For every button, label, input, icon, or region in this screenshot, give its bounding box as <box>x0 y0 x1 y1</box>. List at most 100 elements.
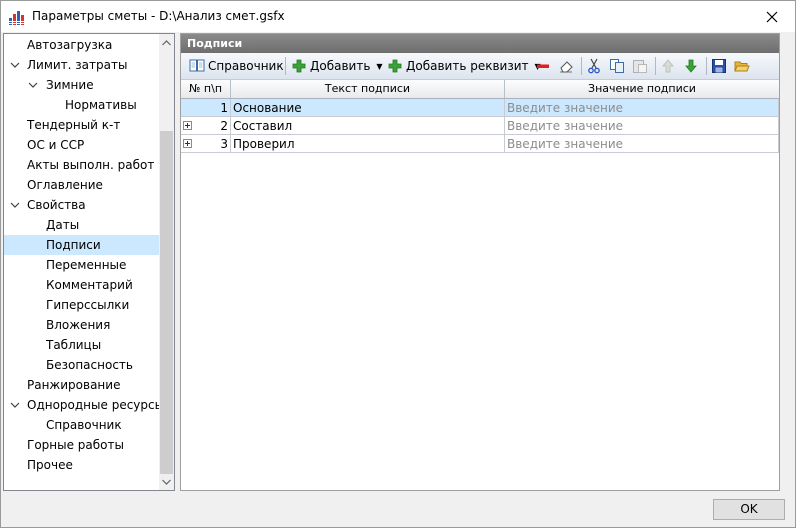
table-row[interactable]: 2 Составил Введите значение <box>181 117 779 135</box>
delete-button[interactable] <box>535 55 554 77</box>
tree-item-label: Прочее <box>27 458 73 472</box>
tree-item[interactable]: Зимние <box>4 75 159 95</box>
table-row[interactable]: 1 Основание Введите значение <box>181 99 779 117</box>
tree-item[interactable]: ОС и ССР <box>4 135 159 155</box>
tree-item[interactable]: Подписи <box>4 235 159 255</box>
open-folder-icon <box>734 58 750 74</box>
reference-button[interactable]: Справочник <box>189 55 284 77</box>
tree-item[interactable]: Горные работы <box>4 435 159 455</box>
toolbar: Справочник Добавить ▼ Добавить реквизит <box>181 53 779 80</box>
expand-plus-icon[interactable] <box>183 121 192 130</box>
tree-item[interactable]: Свойства <box>4 195 159 215</box>
table-row[interactable]: 3 Проверил Введите значение <box>181 135 779 153</box>
signature-text-cell[interactable]: Составил <box>231 117 505 135</box>
dropdown-arrow-icon[interactable]: ▼ <box>376 62 382 71</box>
tree-item[interactable]: Оглавление <box>4 175 159 195</box>
tree-item[interactable]: Прочее <box>4 455 159 475</box>
minus-icon <box>535 58 551 74</box>
tree-item[interactable]: Комментарий <box>4 275 159 295</box>
tree-item-label: Автозагрузка <box>27 38 113 52</box>
scroll-up-icon[interactable] <box>159 34 174 51</box>
add-label: Добавить <box>310 59 371 73</box>
tree-item[interactable]: Переменные <box>4 255 159 275</box>
app-icon <box>9 9 25 25</box>
tree-item-label: Лимит. затраты <box>27 58 128 72</box>
row-number-cell[interactable]: 3 <box>181 135 231 153</box>
tree-item-label: Тендерный к-т <box>27 118 121 132</box>
tree-item-label: Горные работы <box>27 438 124 452</box>
cut-button[interactable] <box>586 55 605 77</box>
row-number-cell[interactable]: 2 <box>181 117 231 135</box>
tree-item[interactable]: Тендерный к-т <box>4 115 159 135</box>
tree-item[interactable]: Справочник <box>4 415 159 435</box>
scroll-down-icon[interactable] <box>159 473 174 490</box>
row-number: 1 <box>220 101 228 115</box>
paste-button[interactable] <box>632 55 651 77</box>
arrow-down-icon <box>683 58 699 74</box>
tree-item-label: Оглавление <box>27 178 103 192</box>
book-icon <box>189 58 205 74</box>
title-bar: Параметры сметы - D:\Анализ смет.gsfx <box>1 1 795 32</box>
signature-value-input[interactable]: Введите значение <box>505 99 779 117</box>
close-button[interactable] <box>749 1 795 32</box>
open-folder-button[interactable] <box>734 55 753 77</box>
floppy-disk-icon <box>711 58 727 74</box>
expand-plus-icon[interactable] <box>183 139 192 148</box>
tree-item[interactable]: Акты выполн. работ <box>4 155 159 175</box>
save-button[interactable] <box>711 55 730 77</box>
tree-item-label: Таблицы <box>46 338 102 352</box>
dialog-window: Параметры сметы - D:\Анализ смет.gsfx Ав… <box>0 0 796 528</box>
tree-item-label: Зимние <box>46 78 94 92</box>
tree-item-label: Даты <box>46 218 80 232</box>
tree-item[interactable]: Безопасность <box>4 355 159 375</box>
signatures-panel: Подписи Справочник Добавить ▼ Добавить р… <box>180 33 780 491</box>
tree-item-label: Свойства <box>27 198 86 212</box>
move-down-button[interactable] <box>683 55 702 77</box>
tree-item-label: Вложения <box>46 318 111 332</box>
column-header-value[interactable]: Значение подписи <box>505 80 779 98</box>
signature-value-input[interactable]: Введите значение <box>505 117 779 135</box>
chevron-down-icon[interactable] <box>10 61 20 69</box>
signature-value-input[interactable]: Введите значение <box>505 135 779 153</box>
move-up-button[interactable] <box>660 55 679 77</box>
tree-item[interactable]: Нормативы <box>4 95 159 115</box>
tree-item-label: Акты выполн. работ <box>27 158 155 172</box>
signature-text-cell[interactable]: Основание <box>231 99 505 117</box>
scissors-icon <box>586 58 602 74</box>
tree-list: Автозагрузка Лимит. затраты Зимние Норматив… <box>4 34 159 490</box>
add-requisite-button[interactable]: Добавить реквизит ▼ <box>387 55 541 77</box>
tree-item-label: Справочник <box>46 418 122 432</box>
grid-header: № п\п Текст подписи Значение подписи <box>181 80 779 99</box>
column-header-number[interactable]: № п\п <box>181 80 231 98</box>
tree-item[interactable]: Лимит. затраты <box>4 55 159 75</box>
signature-text-cell[interactable]: Проверил <box>231 135 505 153</box>
plus-icon <box>387 58 403 74</box>
copy-button[interactable] <box>609 55 628 77</box>
tree-item[interactable]: Вложения <box>4 315 159 335</box>
clear-button[interactable] <box>558 55 577 77</box>
add-requisite-label: Добавить реквизит <box>406 59 529 73</box>
tree-item-label: Однородные ресурсы <box>27 398 159 412</box>
tree-item[interactable]: Ранжирование <box>4 375 159 395</box>
settings-tree: Автозагрузка Лимит. затраты Зимние Норматив… <box>3 33 175 491</box>
row-number-cell[interactable]: 1 <box>181 99 231 117</box>
tree-item[interactable]: Даты <box>4 215 159 235</box>
tree-item[interactable]: Автозагрузка <box>4 35 159 55</box>
tree-item[interactable]: Гиперссылки <box>4 295 159 315</box>
tree-scrollbar[interactable] <box>159 34 174 490</box>
scrollbar-thumb[interactable] <box>160 131 173 474</box>
tree-item-label: Нормативы <box>65 98 137 112</box>
ok-button[interactable]: OK <box>713 499 785 520</box>
tree-item-label: Гиперссылки <box>46 298 130 312</box>
column-header-text[interactable]: Текст подписи <box>231 80 505 98</box>
tree-item-label: Переменные <box>46 258 127 272</box>
add-button[interactable]: Добавить ▼ <box>291 55 383 77</box>
chevron-down-icon[interactable] <box>10 401 20 409</box>
close-icon <box>766 11 778 22</box>
tree-item-label: ОС и ССР <box>27 138 85 152</box>
chevron-down-icon[interactable] <box>10 201 20 209</box>
chevron-down-icon[interactable] <box>28 81 38 89</box>
tree-item[interactable]: Таблицы <box>4 335 159 355</box>
tree-item[interactable]: Однородные ресурсы <box>4 395 159 415</box>
copy-icon <box>609 58 625 74</box>
